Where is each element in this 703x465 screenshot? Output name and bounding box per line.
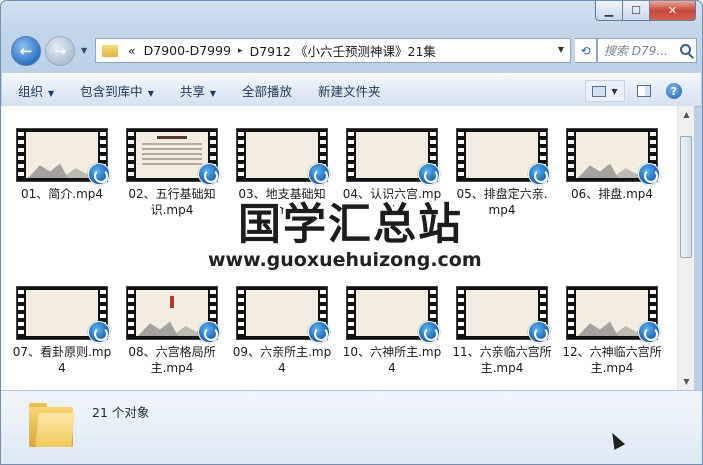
address-overflow[interactable]: « [124,43,140,58]
file-item[interactable]: 02、五行基础知识.mp4 [121,128,223,218]
media-player-icon [88,321,110,343]
file-name: 09、六亲所主.mp4 [232,345,332,375]
change-view-button[interactable]: ▼ [585,80,625,102]
media-player-icon [198,321,220,343]
caption-buttons: ▁ ☐ ✕ [595,1,696,21]
file-name: 11、六亲临六宫所主.mp4 [452,345,552,375]
video-thumbnail [16,286,110,343]
video-thumbnail [126,286,220,343]
include-library-label: 包含到库中 [80,83,143,99]
preview-pane-button[interactable] [633,80,655,102]
chevron-down-icon: ▼ [209,88,217,98]
command-toolbar: 组织 ▼ 包含到库中 ▼ 共享 ▼ 全部播放 新建文件夹 ▼ ? [2,73,701,107]
breadcrumb-parent[interactable]: D7900-D7999 [140,43,235,58]
media-player-icon [418,321,440,343]
back-button[interactable]: ← [11,36,41,66]
media-player-icon [308,321,330,343]
media-player-icon [198,163,220,185]
file-name: 07、看卦原则.mp4 [12,345,112,375]
video-thumbnail [236,286,330,343]
media-player-icon [638,163,660,185]
details-pane: 21 个对象 [1,390,702,464]
play-all-button[interactable]: 全部播放 [242,81,292,100]
folder-icon [102,44,118,57]
media-player-icon [638,321,660,343]
video-thumbnail [456,286,550,343]
file-name: 02、五行基础知识.mp4 [128,187,216,217]
breadcrumb-current[interactable]: D7912 《小六壬预测神课》21集 [246,41,440,60]
media-player-icon [88,163,110,185]
close-button[interactable]: ✕ [650,1,696,21]
include-in-library-menu[interactable]: 包含到库中 ▼ [80,81,154,100]
address-bar[interactable]: « D7900-D7999 ▸ D7912 《小六壬预测神课》21集 ▼ [95,38,571,63]
video-thumbnail [346,286,440,343]
address-dropdown-icon[interactable]: ▼ [558,45,564,54]
file-item[interactable]: 12、六神临六宫所主.mp4 [561,286,663,376]
file-name: 01、简介.mp4 [20,187,104,201]
video-thumbnail [346,128,440,185]
view-icon [592,85,607,97]
file-name: 12、六神临六宫所主.mp4 [562,345,662,375]
refresh-button[interactable]: ⟲ [575,38,597,63]
folder-icon [29,401,75,447]
file-name: 10、六神所主.mp4 [342,345,442,375]
file-item[interactable]: 10、六神所主.mp4 [341,286,443,376]
scrollbar-thumb[interactable] [680,136,692,258]
file-item[interactable]: 11、六亲临六宫所主.mp4 [451,286,553,376]
video-thumbnail [236,128,330,185]
organize-label: 组织 [18,83,44,99]
recent-pages-dropdown-icon[interactable]: ▼ [81,46,87,55]
file-name: 06、排盘.mp4 [570,187,654,201]
object-count: 21 个对象 [92,405,150,420]
search-icon[interactable] [680,44,691,55]
chevron-down-icon: ▼ [611,86,618,96]
share-menu[interactable]: 共享 ▼ [180,81,216,100]
video-thumbnail [456,128,550,185]
organize-menu[interactable]: 组织 ▼ [18,81,54,100]
search-placeholder: 搜索 D79... [604,44,668,58]
maximize-button[interactable]: ☐ [623,1,650,21]
watermark-url: www.guoxuehuizong.com [208,249,482,271]
media-player-icon [528,163,550,185]
help-button[interactable]: ? [663,80,685,102]
chevron-down-icon: ▼ [48,88,55,98]
vertical-scrollbar[interactable]: ▲ ▼ [677,106,694,390]
file-item[interactable]: 08、六宫格局所主.mp4 [121,286,223,376]
video-thumbnail [126,128,220,185]
breadcrumb-separator-icon[interactable]: ▸ [235,46,246,56]
file-item[interactable]: 06、排盘.mp4 [561,128,663,202]
minimize-button[interactable]: ▁ [595,1,623,21]
chevron-down-icon: ▼ [147,88,154,98]
search-input[interactable]: 搜索 D79... [597,38,697,63]
help-icon: ? [666,83,682,99]
media-player-icon [308,163,330,185]
video-thumbnail [566,128,660,185]
file-item[interactable]: 07、看卦原则.mp4 [11,286,113,376]
scroll-down-icon[interactable]: ▼ [678,373,695,390]
video-thumbnail [566,286,660,343]
media-player-icon [418,163,440,185]
new-folder-button[interactable]: 新建文件夹 [318,81,381,100]
file-name: 08、六宫格局所主.mp4 [128,345,216,375]
scroll-up-icon[interactable]: ▲ [678,106,695,123]
file-item[interactable]: 09、六亲所主.mp4 [231,286,333,376]
share-label: 共享 [179,83,205,99]
navigation-bar: ← → ▼ « D7900-D7999 ▸ D7912 《小六壬预测神课》21集… [9,35,697,66]
watermark-title: 国学汇总站 [238,200,463,250]
forward-button[interactable]: → [45,36,75,66]
file-item[interactable]: 01、简介.mp4 [11,128,113,202]
media-player-icon [528,321,550,343]
preview-pane-icon [637,85,651,97]
video-thumbnail [16,128,110,185]
